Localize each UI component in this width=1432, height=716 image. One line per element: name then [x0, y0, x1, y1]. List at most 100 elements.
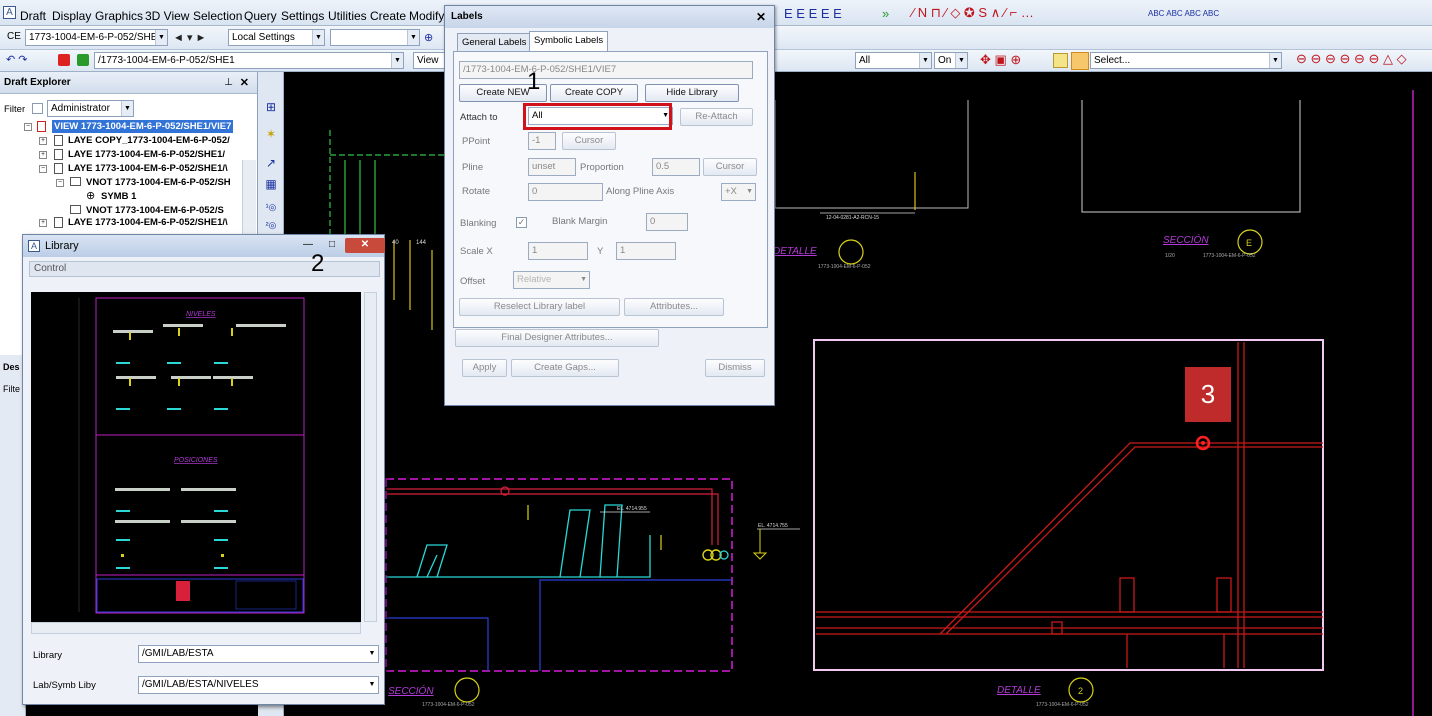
tree-expand-icon[interactable]: −: [56, 179, 64, 187]
tree-item-layer[interactable]: LAYE 1773-1004-EM-6-P-052/SHE1/: [68, 148, 225, 161]
ce-combo[interactable]: 1773-1004-EM-6-P-052/SHE1 ▼: [25, 29, 168, 46]
filter-combo[interactable]: Administrator ▼: [47, 100, 134, 117]
nav-back-icon[interactable]: ◄ ▾ ►: [173, 30, 206, 46]
menu-utilities[interactable]: Utilities: [328, 9, 367, 23]
tree-item-layer[interactable]: LAYE COPY_1773-1004-EM-6-P-052/: [68, 134, 230, 147]
menu-display[interactable]: Display: [52, 9, 91, 23]
blank-margin-label: Blank Margin: [552, 216, 608, 227]
menu-graphics[interactable]: Graphics: [95, 9, 143, 23]
pin-icon[interactable]: ⊥: [224, 77, 233, 88]
window-icon[interactable]: [1071, 52, 1089, 70]
binoculars-icon[interactable]: ⊕: [424, 30, 433, 46]
attributes-button[interactable]: Attributes...: [624, 298, 724, 316]
tree-expand-icon[interactable]: +: [39, 151, 47, 159]
menu-settings[interactable]: Settings: [281, 9, 324, 23]
close-icon[interactable]: ✕: [240, 76, 249, 89]
grid-tool-icon[interactable]: ▦: [264, 177, 278, 191]
menu-selection[interactable]: Selection: [193, 9, 242, 23]
tree-expand-icon[interactable]: +: [39, 219, 47, 227]
blank-combo[interactable]: ▼: [330, 29, 420, 46]
close-red-icon[interactable]: [58, 54, 70, 66]
final-designer-attributes-button[interactable]: Final Designer Attributes...: [455, 329, 659, 347]
sheet-ref-text: 1773-1004-EM-6-P-052: [422, 702, 475, 708]
circle-digit: 2: [1078, 686, 1083, 696]
labsymb-combo[interactable]: /GMI/LAB/ESTA/NIVELES ▼: [138, 676, 379, 694]
arrow-right-icon[interactable]: »: [882, 6, 889, 22]
filter-checkbox[interactable]: [32, 103, 43, 114]
preview-vscrollbar[interactable]: [364, 292, 377, 622]
tab-symbolic-labels[interactable]: Symbolic Labels: [529, 31, 609, 52]
layer-icon[interactable]: [1053, 53, 1068, 68]
snap-tools-icon[interactable]: ✥ ▣ ⊕: [980, 52, 1021, 68]
reattach-button[interactable]: Re-Attach: [680, 108, 753, 126]
create-gaps-button[interactable]: Create Gaps...: [511, 359, 619, 377]
tab-general-labels[interactable]: General Labels: [457, 33, 532, 52]
create-copy-button[interactable]: Create COPY: [550, 84, 638, 102]
sheet-ref-text: 1773-1004-EM-6-P-052: [818, 264, 871, 270]
point-tool-icon[interactable]: ¹◎: [264, 200, 278, 214]
undo-icon[interactable]: ↶ ↷: [6, 52, 28, 68]
path-combo[interactable]: /1773-1004-EM-6-P-052/SHE1 ▼: [94, 52, 404, 69]
arrow-tool-icon[interactable]: ↗: [264, 156, 278, 170]
select-tool-icon[interactable]: ⊞: [264, 100, 278, 114]
library-value: /GMI/LAB/ESTA: [142, 648, 214, 659]
blank-margin-input[interactable]: 0: [646, 213, 688, 231]
note-icon: [70, 177, 81, 186]
apply-button[interactable]: Apply: [462, 359, 507, 377]
tree-item-layer[interactable]: LAYE 1773-1004-EM-6-P-052/SHE1/\: [68, 216, 228, 229]
callout-1: 1: [527, 68, 541, 95]
ppoint-label: PPoint: [462, 136, 490, 147]
filter-on-combo[interactable]: On ▼: [934, 52, 968, 69]
blanking-checkbox[interactable]: ✓: [516, 217, 527, 228]
abc-text-icon[interactable]: ABC ABC ABC ABC: [1148, 6, 1219, 22]
menu-draft[interactable]: Draft: [20, 9, 46, 23]
tree-expand-icon[interactable]: −: [24, 123, 32, 131]
tree-expand-icon[interactable]: −: [39, 165, 47, 173]
scale-y-label: Y: [597, 246, 604, 257]
close-icon[interactable]: ✕: [345, 238, 385, 253]
along-pline-value: +X: [725, 186, 737, 197]
offset-select[interactable]: Relative ▼: [513, 271, 590, 289]
snap-tool-icon[interactable]: ✶: [264, 127, 278, 141]
view-combo[interactable]: View: [413, 52, 445, 69]
circle-tools-icon[interactable]: ⊖ ⊖ ⊖ ⊖ ⊖ ⊖ △ ◇: [1296, 51, 1407, 67]
library-preview[interactable]: NIVELES POSICIONES: [31, 292, 361, 622]
chevron-down-icon: ▼: [955, 53, 967, 68]
select-combo[interactable]: Select... ▼: [1090, 52, 1282, 69]
preview-posiciones-title: POSICIONES: [174, 457, 218, 464]
tree-item-layer[interactable]: LAYE 1773-1004-EM-6-P-052/SHE1/\: [68, 162, 228, 175]
settings-combo[interactable]: Local Settings ▼: [228, 29, 325, 46]
labels-dialog: Labels ✕ General Labels Symbolic Labels …: [444, 5, 775, 406]
tree-item-view[interactable]: VIEW 1773-1004-EM-6-P-052/SHE1/VIE7: [52, 120, 234, 133]
scale-x-input[interactable]: 1: [528, 242, 588, 260]
ppoint-input[interactable]: -1: [528, 132, 556, 150]
proportion-input[interactable]: 0.5: [652, 158, 700, 176]
point-tool-icon[interactable]: ²◎: [264, 218, 278, 232]
menu-3d-view[interactable]: 3D View: [145, 9, 189, 23]
menu-create[interactable]: Create: [370, 9, 406, 23]
pline-cursor-button[interactable]: Cursor: [703, 158, 757, 176]
library-combo[interactable]: /GMI/LAB/ESTA ▼: [138, 645, 379, 663]
hide-library-button[interactable]: Hide Library: [645, 84, 739, 102]
tree-item-note[interactable]: VNOT 1773-1004-EM-6-P-052/SH: [86, 176, 231, 189]
tree-expand-icon[interactable]: +: [39, 137, 47, 145]
line-tools-icon[interactable]: ⁄ N ⊓ ⁄ ◇ ✪ S ∧ ⁄ ⌐ …: [912, 5, 1034, 21]
rotate-input[interactable]: 0: [528, 183, 603, 201]
layer-doc-icon: [54, 163, 63, 174]
scale-y-input[interactable]: 1: [616, 242, 676, 260]
along-pline-select[interactable]: +X ▼: [721, 183, 756, 201]
pipe-ref-text: 12-04-0281-A2-RCN-15: [826, 215, 879, 221]
preview-hscrollbar[interactable]: [31, 622, 361, 634]
filter-all-combo[interactable]: All ▼: [855, 52, 932, 69]
menu-modify[interactable]: Modify: [409, 9, 444, 23]
dismiss-button[interactable]: Dismiss: [705, 359, 765, 377]
tree-item-symbol[interactable]: SYMB 1: [101, 190, 136, 203]
pline-input[interactable]: unset: [528, 158, 576, 176]
seccion-bottom-title: SECCIÓN: [388, 684, 434, 697]
reselect-library-label-button[interactable]: Reselect Library label: [459, 298, 620, 316]
add-green-icon[interactable]: [77, 54, 89, 66]
close-icon[interactable]: ✕: [756, 10, 766, 24]
menu-query[interactable]: Query: [244, 9, 277, 23]
text-align-icon[interactable]: E E E E E: [784, 6, 842, 22]
ppoint-cursor-button[interactable]: Cursor: [562, 132, 616, 150]
